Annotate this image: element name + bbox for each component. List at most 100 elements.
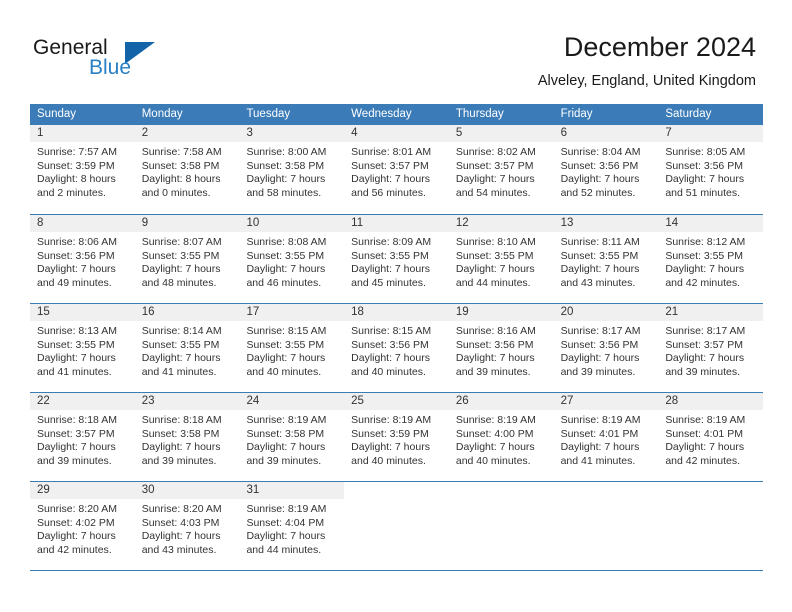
day-number: 29	[37, 484, 50, 496]
sunset-text: Sunset: 3:55 PM	[246, 338, 325, 351]
daylight-text-line1: Daylight: 7 hours	[141, 263, 221, 276]
daylight-text-line2: and 42 minutes.	[37, 543, 112, 556]
day-cell[interactable]: 10 Sunrise: 8:08 AM Sunset: 3:55 PM Dayligh…	[239, 215, 345, 303]
day-info: Sunrise: 7:57 AM Sunset: 3:59 PM Daylight:…	[30, 142, 135, 200]
page-title: December 2024	[563, 32, 756, 62]
day-cell[interactable]: 13 Sunrise: 8:11 AM Sunset: 3:55 PM Dayligh…	[553, 215, 659, 303]
day-cell[interactable]: 28 Sunrise: 8:19 AM Sunset: 4:01 PM Dayligh…	[658, 393, 764, 481]
day-info: Sunrise: 8:20 AM Sunset: 4:03 PM Daylight:…	[135, 499, 240, 557]
sunset-text: Sunset: 3:57 PM	[351, 159, 429, 172]
day-cell[interactable]: 19 Sunrise: 8:16 AM Sunset: 3:56 PM Dayligh…	[448, 304, 554, 392]
day-number-band: 7	[658, 125, 764, 142]
day-number: 15	[37, 306, 50, 318]
day-cell[interactable]: 2 Sunrise: 7:58 AM Sunset: 3:58 PM Daylight…	[134, 125, 240, 214]
day-number-band: 16	[134, 304, 240, 321]
day-info: Sunrise: 8:18 AM Sunset: 3:58 PM Daylight:…	[135, 410, 240, 468]
day-number-band: 18	[344, 304, 449, 321]
daylight-text-line2: and 58 minutes.	[246, 186, 322, 199]
sunrise-text: Sunrise: 8:06 AM	[37, 236, 117, 248]
day-cell[interactable]: 9 Sunrise: 8:07 AM Sunset: 3:55 PM Daylight…	[134, 215, 240, 303]
day-number-band: 23	[134, 393, 240, 410]
day-number-band: 25	[344, 393, 449, 410]
sunrise-text: Sunrise: 8:07 AM	[141, 236, 222, 248]
day-number: 4	[351, 127, 358, 139]
daylight-text-line2: and 40 minutes.	[351, 454, 426, 467]
weekday-header-friday: Friday	[560, 108, 593, 120]
day-cell[interactable]: 11 Sunrise: 8:09 AM Sunset: 3:55 PM Dayligh…	[344, 215, 449, 303]
sunrise-text: Sunrise: 8:18 AM	[37, 414, 117, 426]
day-cell[interactable]: 3 Sunrise: 8:00 AM Sunset: 3:58 PM Daylight…	[239, 125, 345, 214]
day-cell[interactable]: 26 Sunrise: 8:19 AM Sunset: 4:00 PM Dayligh…	[448, 393, 554, 481]
daylight-text-line1: Daylight: 7 hours	[246, 530, 326, 543]
daylight-text-line2: and 44 minutes.	[455, 276, 531, 289]
day-info: Sunrise: 8:05 AM Sunset: 3:56 PM Daylight:…	[658, 142, 763, 200]
day-cell[interactable]: 31 Sunrise: 8:19 AM Sunset: 4:04 PM Dayligh…	[239, 482, 345, 570]
day-cell[interactable]: 4 Sunrise: 8:01 AM Sunset: 3:57 PM Daylight…	[344, 125, 449, 214]
day-info: Sunrise: 8:09 AM Sunset: 3:55 PM Daylight:…	[344, 232, 449, 290]
day-number: 26	[455, 395, 469, 407]
sunset-text: Sunset: 4:03 PM	[141, 516, 220, 529]
day-number: 1	[37, 127, 44, 139]
day-cell[interactable]: 15 Sunrise: 8:13 AM Sunset: 3:55 PM Dayligh…	[30, 304, 135, 392]
day-number: 22	[37, 395, 50, 407]
sunrise-text: Sunrise: 8:16 AM	[455, 325, 536, 337]
day-cell[interactable]: 30 Sunrise: 8:20 AM Sunset: 4:03 PM Dayligh…	[134, 482, 240, 570]
day-info: Sunrise: 8:19 AM Sunset: 4:01 PM Daylight:…	[554, 410, 659, 468]
sunrise-text: Sunrise: 8:15 AM	[351, 325, 432, 337]
day-cell[interactable]: 18 Sunrise: 8:15 AM Sunset: 3:56 PM Dayligh…	[344, 304, 449, 392]
sunset-text: Sunset: 3:55 PM	[246, 249, 325, 262]
day-info: Sunrise: 8:17 AM Sunset: 3:57 PM Daylight:…	[658, 321, 763, 379]
sunrise-text: Sunrise: 8:14 AM	[141, 325, 222, 337]
general-blue-logo[interactable]: General Blue	[33, 36, 213, 86]
week-row: 29 Sunrise: 8:20 AM Sunset: 4:02 PM Dayligh…	[30, 481, 763, 570]
day-cell[interactable]: 5 Sunrise: 8:02 AM Sunset: 3:57 PM Daylight…	[448, 125, 554, 214]
day-cell[interactable]: 17 Sunrise: 8:15 AM Sunset: 3:55 PM Dayligh…	[239, 304, 345, 392]
day-number-band: 31	[239, 482, 345, 499]
day-number: 27	[560, 395, 574, 407]
day-cell[interactable]: 14 Sunrise: 8:12 AM Sunset: 3:55 PM Dayligh…	[658, 215, 764, 303]
day-number-band: 1	[30, 125, 135, 142]
sunset-text: Sunset: 3:58 PM	[246, 427, 325, 440]
daylight-text-line2: and 40 minutes.	[246, 365, 322, 378]
daylight-text-line2: and 42 minutes.	[665, 454, 741, 467]
day-cell[interactable]: 21 Sunrise: 8:17 AM Sunset: 3:57 PM Dayligh…	[658, 304, 764, 392]
day-cell[interactable]: 7 Sunrise: 8:05 AM Sunset: 3:56 PM Daylight…	[658, 125, 764, 214]
day-info: Sunrise: 8:10 AM Sunset: 3:55 PM Daylight:…	[449, 232, 554, 290]
day-number: 24	[246, 395, 260, 407]
sunset-text: Sunset: 4:01 PM	[560, 427, 639, 440]
day-cell[interactable]: 20 Sunrise: 8:17 AM Sunset: 3:56 PM Dayligh…	[553, 304, 659, 392]
day-info: Sunrise: 8:13 AM Sunset: 3:55 PM Daylight:…	[30, 321, 135, 379]
weekday-header-row: Sunday Monday Tuesday Wednesday Thursday…	[30, 104, 763, 125]
sunset-text: Sunset: 4:00 PM	[455, 427, 534, 440]
sunset-text: Sunset: 3:55 PM	[455, 249, 534, 262]
day-number-band: 28	[658, 393, 764, 410]
day-cell[interactable]: 25 Sunrise: 8:19 AM Sunset: 3:59 PM Dayligh…	[344, 393, 449, 481]
weekday-header-sunday: Sunday	[37, 108, 77, 120]
day-cell[interactable]: 27 Sunrise: 8:19 AM Sunset: 4:01 PM Dayligh…	[553, 393, 659, 481]
day-number-band: 17	[239, 304, 345, 321]
day-number: 23	[141, 395, 155, 407]
daylight-text-line1: Daylight: 7 hours	[37, 263, 116, 276]
sunset-text: Sunset: 3:55 PM	[141, 338, 220, 351]
day-info: Sunrise: 7:58 AM Sunset: 3:58 PM Daylight:…	[135, 142, 240, 200]
day-number-band: 11	[344, 215, 449, 232]
daylight-text-line1: Daylight: 8 hours	[37, 173, 116, 186]
day-cell[interactable]: 29 Sunrise: 8:20 AM Sunset: 4:02 PM Dayligh…	[30, 482, 135, 570]
day-cell[interactable]: 22 Sunrise: 8:18 AM Sunset: 3:57 PM Dayligh…	[30, 393, 135, 481]
day-cell[interactable]: 1 Sunrise: 7:57 AM Sunset: 3:59 PM Daylight…	[30, 125, 135, 214]
sunset-text: Sunset: 3:56 PM	[560, 159, 639, 172]
day-info: Sunrise: 8:20 AM Sunset: 4:02 PM Daylight:…	[30, 499, 135, 557]
sunrise-text: Sunrise: 8:20 AM	[37, 503, 117, 515]
sunrise-text: Sunrise: 8:09 AM	[351, 236, 432, 248]
daylight-text-line1: Daylight: 7 hours	[455, 441, 535, 454]
daylight-text-line2: and 48 minutes.	[141, 276, 217, 289]
day-cell[interactable]: 23 Sunrise: 8:18 AM Sunset: 3:58 PM Dayligh…	[134, 393, 240, 481]
day-cell[interactable]: 16 Sunrise: 8:14 AM Sunset: 3:55 PM Dayligh…	[134, 304, 240, 392]
day-number-band	[449, 482, 554, 499]
day-cell[interactable]: 6 Sunrise: 8:04 AM Sunset: 3:56 PM Daylight…	[553, 125, 659, 214]
day-cell[interactable]: 12 Sunrise: 8:10 AM Sunset: 3:55 PM Dayligh…	[448, 215, 554, 303]
day-cell[interactable]: 8 Sunrise: 8:06 AM Sunset: 3:56 PM Daylight…	[30, 215, 135, 303]
daylight-text-line2: and 43 minutes.	[560, 276, 636, 289]
day-cell[interactable]: 24 Sunrise: 8:19 AM Sunset: 3:58 PM Dayligh…	[239, 393, 345, 481]
daylight-text-line2: and 41 minutes.	[141, 365, 217, 378]
